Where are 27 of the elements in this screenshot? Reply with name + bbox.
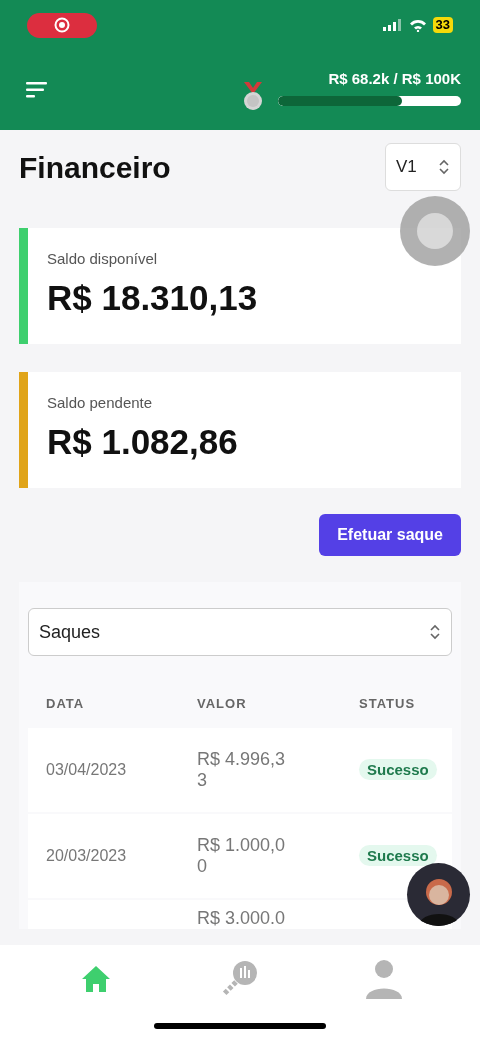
date-cell-text: 20/03/2023 (46, 845, 128, 866)
balance-label: Saldo disponível (47, 248, 159, 269)
balance-amount: R$ 1.082,86 (47, 421, 238, 463)
signal-icon (382, 19, 403, 31)
sales-goal-text: R$ 68.2k / R$ 100K (328, 68, 461, 89)
balance-amount: R$ 18.310,13 (47, 277, 258, 319)
withdraw-button[interactable]: Efetuar saque (319, 514, 461, 556)
type-select[interactable]: Saques (28, 608, 452, 656)
battery-level: 33 (432, 17, 453, 33)
page-title: Financeiro (19, 149, 171, 186)
menu-icon[interactable] (26, 81, 48, 99)
status-badge: Sucesso (359, 844, 437, 866)
version-select[interactable]: V1 (385, 143, 461, 191)
balance-label: Saldo pendente (47, 392, 154, 413)
date-cell-text: 03/04/2023 (46, 759, 128, 780)
medal-icon (242, 82, 264, 113)
amount-cell-text: R$ 3.000.0 (197, 907, 287, 929)
record-icon (54, 17, 70, 33)
column-header: DATA (46, 695, 86, 713)
status-badge: Sucesso (359, 758, 437, 780)
column-header: VALOR (197, 695, 248, 713)
column-header: STATUS (359, 695, 417, 713)
wifi-icon (408, 18, 427, 32)
amount-cell-text: R$ 4.996,33 (197, 748, 287, 791)
amount-cell-text: R$ 1.000,00 (197, 834, 287, 877)
chevron-updown-icon (438, 158, 450, 176)
chevron-updown-icon (429, 623, 441, 641)
